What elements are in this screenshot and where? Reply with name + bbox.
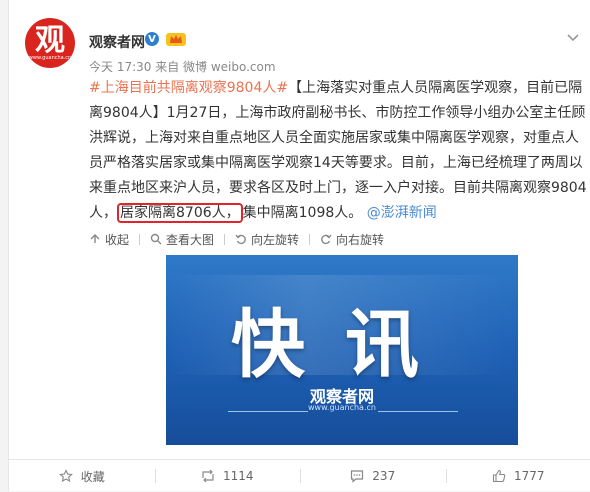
star-icon [59, 469, 73, 483]
avatar[interactable]: 观 www.guancha.cn [25, 18, 75, 68]
avatar-logo: 观 [35, 26, 65, 56]
view-large-button[interactable]: 查看大图 [150, 229, 214, 249]
image-headline: 快讯 [220, 285, 470, 392]
divider [309, 234, 310, 245]
divider [139, 234, 140, 245]
avatar-site: www.guancha.cn [25, 55, 75, 61]
post-body: 【上海落实对重点人员隔离医学观察，目前已隔离9804人】1月27日，上海市政府副… [89, 80, 587, 221]
post-text: #上海目前共隔离观察9804人#【上海落实对重点人员隔离医学观察，目前已隔离98… [89, 76, 589, 226]
verified-icon: V [145, 32, 159, 46]
repost-icon [201, 469, 215, 483]
rotate-right-label: 向右旋转 [336, 231, 384, 248]
comment-count: 237 [372, 469, 395, 483]
collapse-button[interactable]: 收起 [89, 229, 129, 249]
post-meta: 今天 17:30 来自 微博 weibo.com [89, 58, 276, 75]
rotate-left-label: 向左旋转 [251, 231, 299, 248]
rotate-right-button[interactable]: 向右旋转 [320, 229, 384, 249]
thumbs-up-icon [492, 469, 506, 483]
vip-crown-icon [165, 31, 187, 47]
like-count: 1777 [514, 469, 545, 483]
topic-link[interactable]: #上海目前共隔离观察9804人# [89, 80, 288, 96]
arrow-up-icon [89, 233, 101, 245]
rotate-left-icon [235, 233, 247, 245]
highlighted-text: 居家隔离8706人， [117, 203, 243, 223]
repost-button[interactable]: 1114 [155, 460, 301, 492]
rotate-right-icon [320, 233, 332, 245]
comment-icon [350, 469, 364, 483]
chevron-down-icon[interactable] [566, 30, 580, 44]
divider [224, 234, 225, 245]
collapse-label: 收起 [105, 231, 129, 248]
post-image[interactable]: 快讯 观察者网 www.guancha.cn [166, 255, 518, 445]
weibo-card: 观 www.guancha.cn 观察者网 V 今天 17:30 来自 微博 w… [8, 0, 590, 491]
username[interactable]: 观察者网 [89, 32, 145, 52]
image-toolbar: 收起 查看大图 向左旋转 向右旋转 [89, 229, 394, 249]
like-button[interactable]: 1777 [446, 460, 590, 492]
favorite-label: 收藏 [81, 468, 105, 485]
favorite-button[interactable]: 收藏 [9, 460, 155, 492]
rotate-left-button[interactable]: 向左旋转 [235, 229, 299, 249]
comment-button[interactable]: 237 [300, 460, 446, 492]
action-bar: 收藏 1114 237 1777 [9, 459, 590, 492]
view-large-label: 查看大图 [166, 231, 214, 248]
mention-link[interactable]: @澎湃新闻 [367, 205, 437, 221]
image-site: www.guancha.cn [166, 403, 518, 412]
post-body-end: 集中隔离1098人。 [243, 205, 363, 221]
magnifier-icon [150, 233, 162, 245]
repost-count: 1114 [223, 469, 254, 483]
